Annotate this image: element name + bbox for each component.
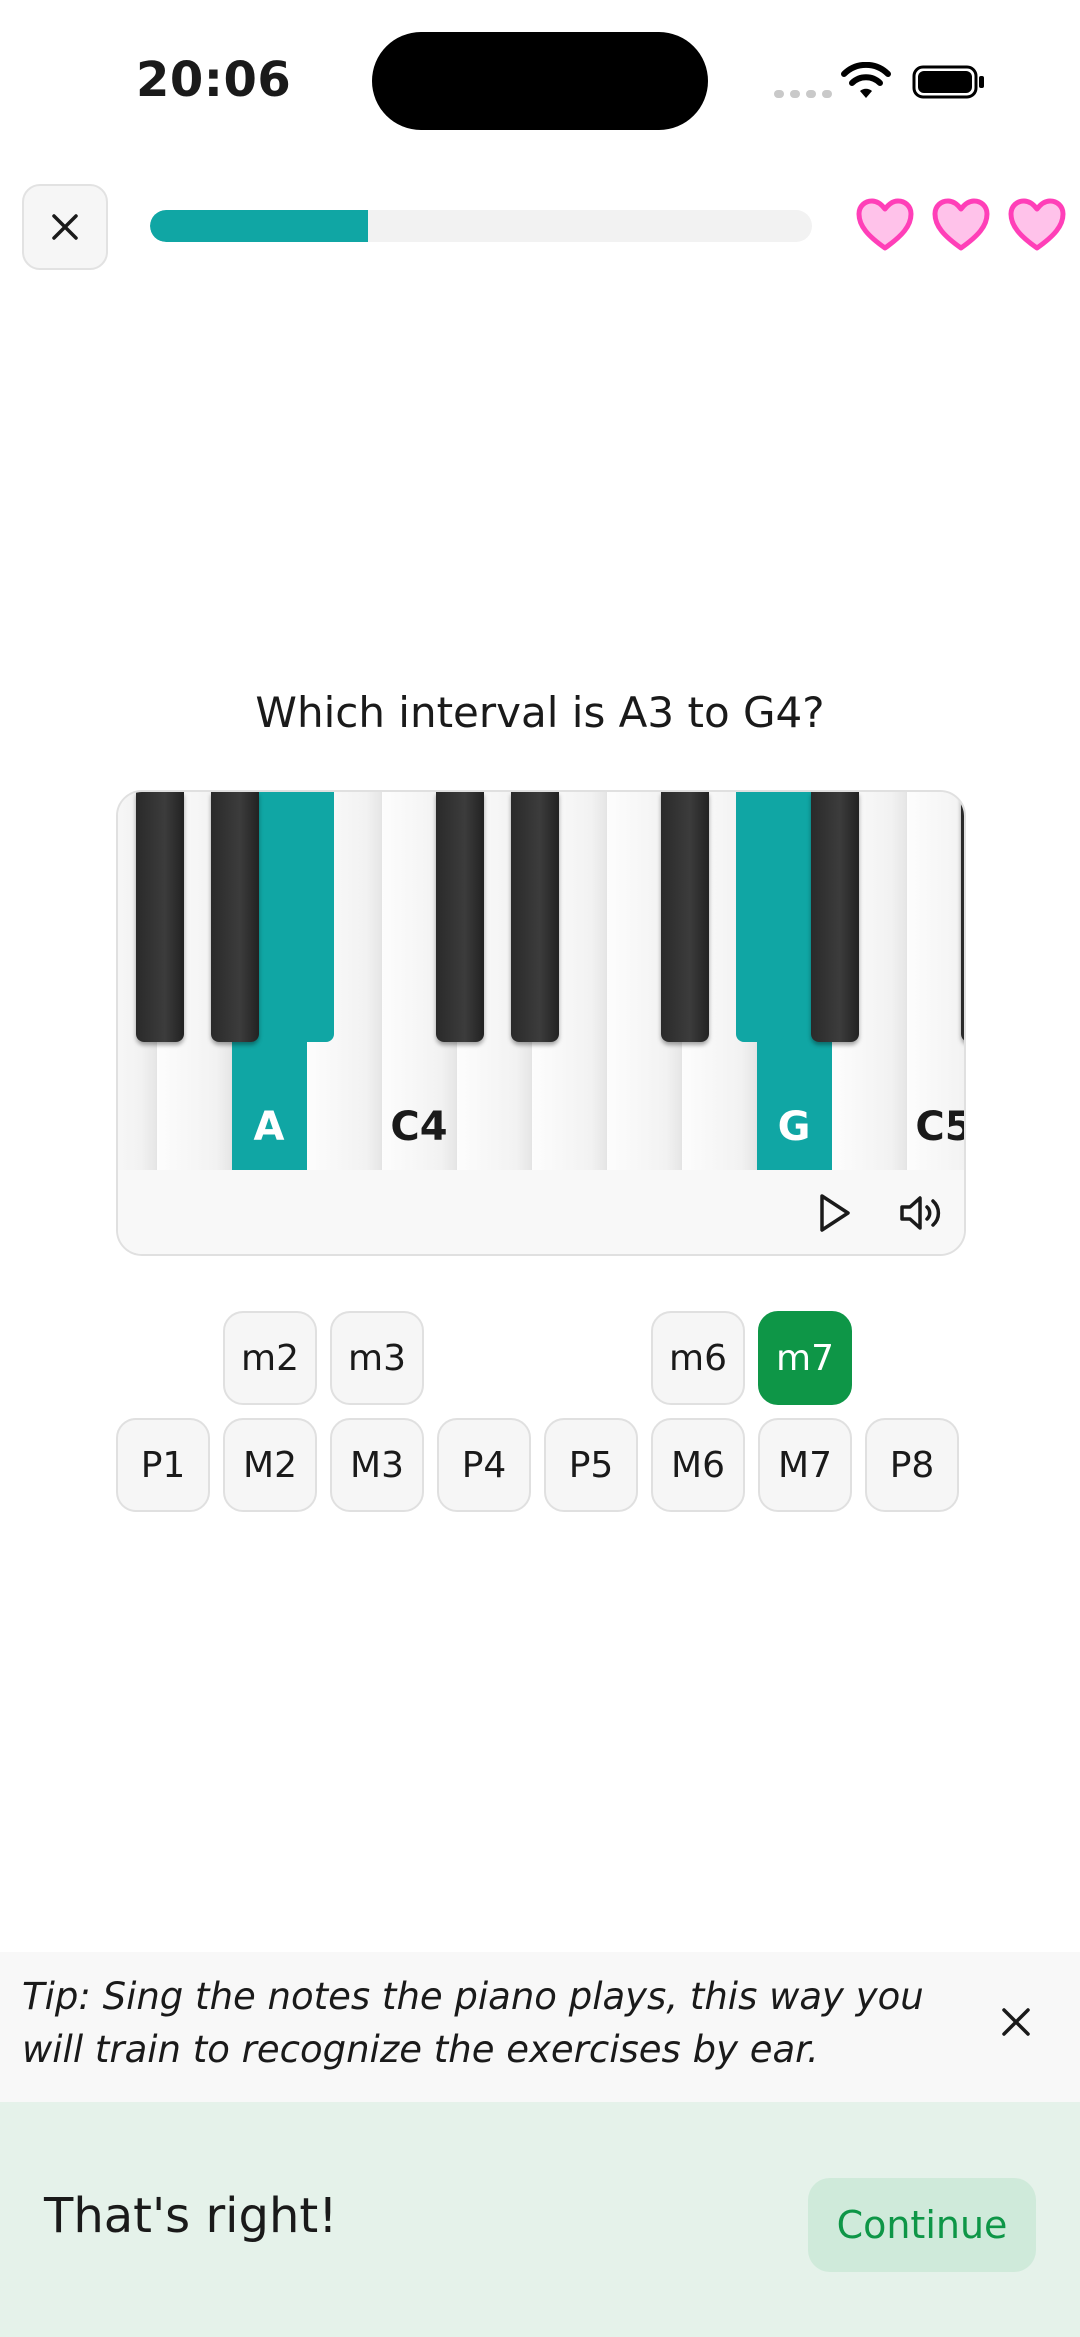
interval-button-p1[interactable]: P1	[116, 1418, 210, 1512]
piano-black-key[interactable]	[136, 792, 184, 1042]
interval-button-m2[interactable]: M2	[223, 1418, 317, 1512]
interval-button-p5[interactable]: P5	[544, 1418, 638, 1512]
tip-banner: Tip: Sing the notes the piano plays, thi…	[0, 1952, 1080, 2102]
interval-button-m7[interactable]: M7	[758, 1418, 852, 1512]
interval-button-m6[interactable]: m6	[651, 1311, 745, 1405]
interval-button-m7[interactable]: m7	[758, 1311, 852, 1405]
piano-black-key[interactable]	[511, 792, 559, 1042]
wifi-icon	[841, 62, 891, 98]
feedback-panel: That's right! Continue	[0, 2102, 1080, 2337]
piano-black-key[interactable]	[736, 792, 784, 1042]
piano-key-label: C4	[390, 1104, 448, 1150]
battery-icon	[912, 65, 984, 99]
piano-key-label: A	[253, 1104, 285, 1150]
continue-button[interactable]: Continue	[808, 2178, 1036, 2272]
piano-black-key[interactable]	[286, 792, 334, 1042]
close-button[interactable]	[22, 184, 108, 270]
close-icon[interactable]	[996, 2002, 1036, 2042]
interval-button-m2[interactable]: m2	[223, 1311, 317, 1405]
close-icon	[52, 214, 78, 240]
piano-black-key[interactable]	[661, 792, 709, 1042]
lesson-progress-fill	[150, 210, 369, 242]
heart-icon	[932, 198, 990, 251]
interval-button-m3[interactable]: M3	[330, 1418, 424, 1512]
piano-black-key[interactable]	[961, 792, 964, 1042]
interval-button-m3[interactable]: m3	[330, 1311, 424, 1405]
lesson-progress-bar	[150, 210, 812, 242]
tip-text: Tip: Sing the notes the piano plays, thi…	[22, 1975, 924, 2071]
cellular-signal-icon	[774, 90, 832, 98]
interval-button-p8[interactable]: P8	[865, 1418, 959, 1512]
lives	[854, 196, 1068, 254]
piano-white-key[interactable]: C5	[907, 792, 964, 1170]
heart-icon	[856, 198, 914, 251]
piano-key-label: C5	[915, 1104, 964, 1150]
piano-black-key[interactable]	[811, 792, 859, 1042]
piano-black-key[interactable]	[211, 792, 259, 1042]
piano-keys: A C4 G C5	[118, 792, 964, 1170]
piano-keyboard: A C4 G C5	[116, 790, 966, 1256]
heart-icon	[1008, 198, 1066, 251]
status-time: 20:06	[136, 52, 292, 108]
piano-controls	[118, 1170, 964, 1254]
interval-button-p4[interactable]: P4	[437, 1418, 531, 1512]
piano-key-label: G	[777, 1104, 811, 1150]
volume-icon[interactable]	[896, 1188, 946, 1238]
dynamic-island	[372, 32, 708, 130]
feedback-message: That's right!	[44, 2188, 338, 2244]
question-text: Which interval is A3 to G4?	[255, 688, 825, 737]
interval-button-m6[interactable]: M6	[651, 1418, 745, 1512]
piano-black-key[interactable]	[436, 792, 484, 1042]
play-icon[interactable]	[808, 1188, 858, 1238]
